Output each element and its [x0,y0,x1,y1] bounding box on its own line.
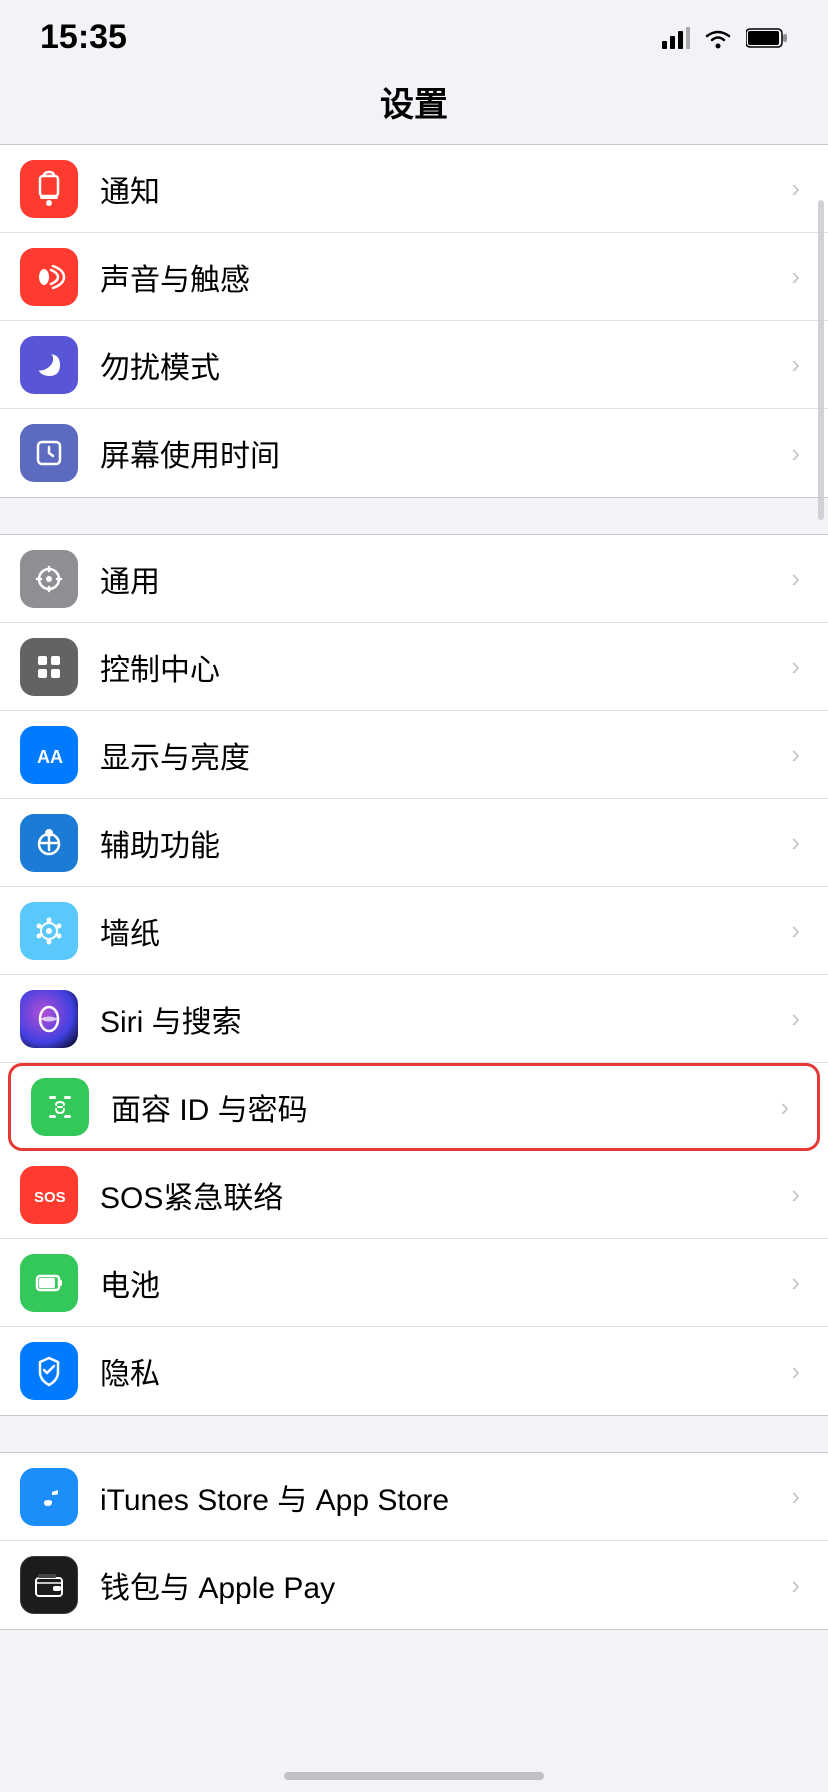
controlcenter-icon [20,638,78,696]
general-label: 通用 [100,557,783,601]
privacy-icon [20,1342,78,1400]
signal-icon [662,27,690,49]
wallet-label: 钱包与 Apple Pay [100,1563,783,1607]
battery-chevron: › [791,1267,800,1298]
accessibility-label: 辅助功能 [100,821,783,865]
accessibility-icon [20,814,78,872]
dnd-label: 勿扰模式 [100,343,783,387]
faceid-chevron: › [780,1092,789,1123]
wifi-icon [702,26,734,50]
settings-item-display[interactable]: AA 显示与亮度 › [0,711,828,799]
itunes-label: iTunes Store 与 App Store [100,1475,783,1519]
notifications-label: 通知 [100,167,783,211]
status-bar: 15:35 [0,0,828,67]
privacy-chevron: › [791,1356,800,1387]
battery-settings-icon [20,1254,78,1312]
display-icon: AA [20,726,78,784]
settings-item-privacy[interactable]: 隐私 › [0,1327,828,1415]
dnd-chevron: › [791,349,800,380]
general-chevron: › [791,563,800,594]
settings-item-itunes[interactable]: iTunes Store 与 App Store › [0,1453,828,1541]
settings-item-accessibility[interactable]: 辅助功能 › [0,799,828,887]
page-title: 设置 [0,67,828,144]
screentime-chevron: › [791,438,800,469]
settings-item-wallet[interactable]: 钱包与 Apple Pay › [0,1541,828,1629]
settings-group-3: iTunes Store 与 App Store › 钱包与 Apple Pay… [0,1452,828,1630]
sos-label: SOS紧急联络 [100,1173,783,1217]
faceid-label: 面容 ID 与密码 [111,1085,772,1129]
spacer-2 [0,1416,828,1452]
sounds-chevron: › [791,261,800,292]
sos-chevron: › [791,1179,800,1210]
settings-item-faceid[interactable]: 面容 ID 与密码 › [8,1063,820,1151]
screentime-icon [20,424,78,482]
itunes-chevron: › [791,1481,800,1512]
wallpaper-chevron: › [791,915,800,946]
settings-item-dnd[interactable]: 勿扰模式 › [0,321,828,409]
controlcenter-chevron: › [791,651,800,682]
settings-item-siri[interactable]: Siri 与搜索 › [0,975,828,1063]
notifications-icon [20,160,78,218]
status-icons [662,26,788,50]
display-chevron: › [791,739,800,770]
sounds-label: 声音与触感 [100,255,783,299]
settings-item-battery[interactable]: 电池 › [0,1239,828,1327]
privacy-label: 隐私 [100,1349,783,1393]
dnd-icon [20,336,78,394]
faceid-icon [31,1078,89,1136]
settings-item-screentime[interactable]: 屏幕使用时间 › [0,409,828,497]
settings-item-controlcenter[interactable]: 控制中心 › [0,623,828,711]
siri-icon [20,990,78,1048]
settings-item-general[interactable]: 通用 › [0,535,828,623]
battery-label: 电池 [100,1261,783,1305]
svg-text:SOS: SOS [34,1189,66,1206]
controlcenter-label: 控制中心 [100,645,783,689]
battery-icon [746,27,788,49]
siri-chevron: › [791,1003,800,1034]
general-icon [20,550,78,608]
accessibility-chevron: › [791,827,800,858]
svg-text:AA: AA [37,747,63,767]
siri-label: Siri 与搜索 [100,997,783,1041]
settings-item-sounds[interactable]: 声音与触感 › [0,233,828,321]
wallet-icon [20,1556,78,1614]
sos-icon: SOS [20,1166,78,1224]
settings-item-notifications[interactable]: 通知 › [0,145,828,233]
wallpaper-label: 墙纸 [100,909,783,953]
display-label: 显示与亮度 [100,733,783,777]
settings-group-1: 通知 › 声音与触感 › 勿扰模式 › 屏幕使用时间 › [0,144,828,498]
home-indicator [284,1772,544,1780]
settings-item-sos[interactable]: SOS SOS紧急联络 › [0,1151,828,1239]
settings-item-wallpaper[interactable]: 墙纸 › [0,887,828,975]
scrollbar[interactable] [818,200,824,520]
status-time: 15:35 [40,18,127,57]
sounds-icon [20,248,78,306]
wallet-chevron: › [791,1570,800,1601]
wallpaper-icon [20,902,78,960]
screentime-label: 屏幕使用时间 [100,431,783,475]
itunes-icon [20,1468,78,1526]
spacer-1 [0,498,828,534]
settings-group-2: 通用 › 控制中心 › AA 显示与亮度 › 辅助功能 › 墙纸 › [0,534,828,1416]
notifications-chevron: › [791,173,800,204]
